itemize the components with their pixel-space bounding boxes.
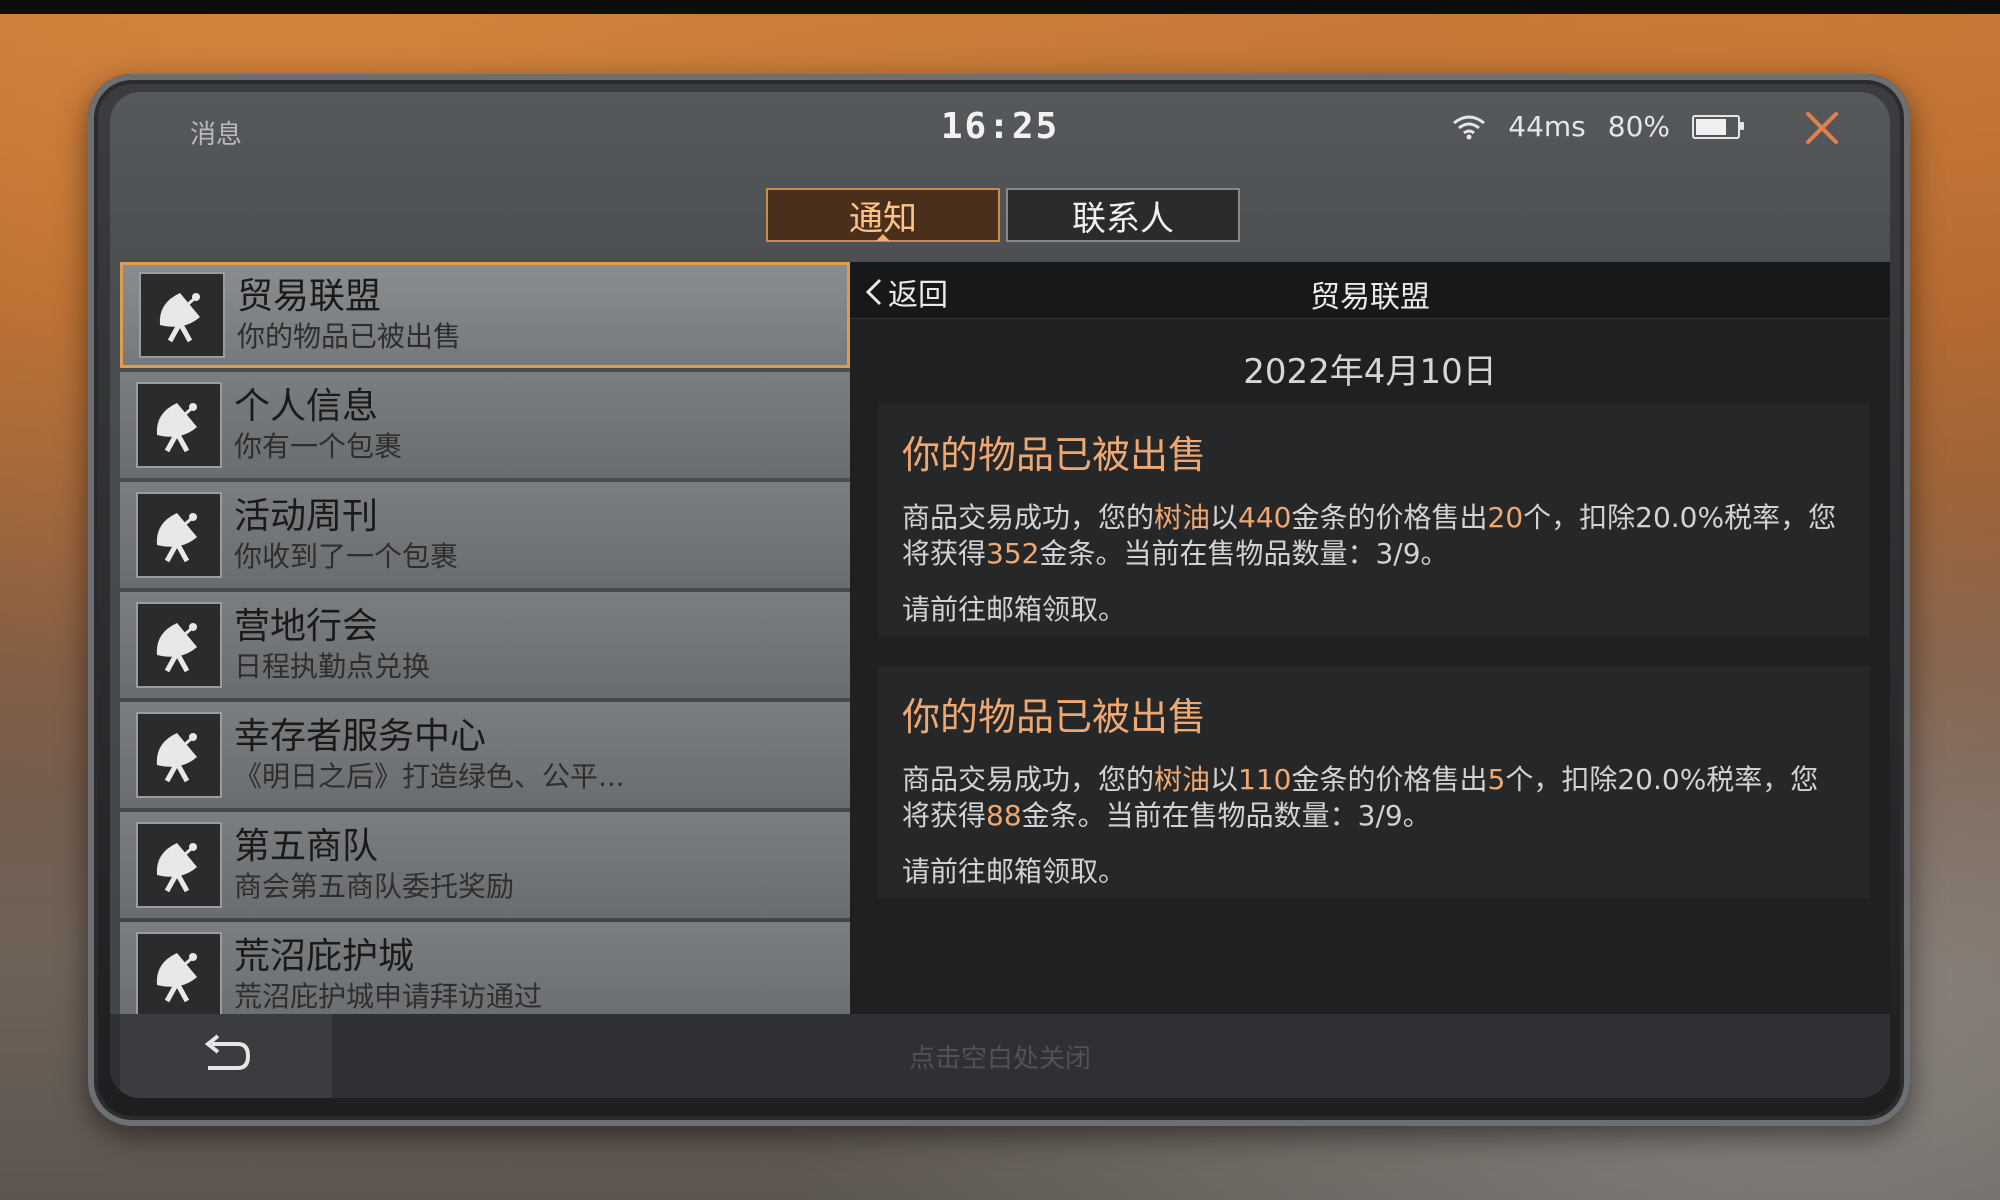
list-item-title: 幸存者服务中心 (234, 716, 487, 757)
satellite-dish-icon (136, 932, 222, 1014)
list-item-title: 荒沼庇护城 (234, 936, 415, 977)
satellite-dish-icon (136, 822, 222, 908)
body-text: 金条的价格售出 (1291, 501, 1488, 534)
body-text: 以 (1210, 501, 1239, 534)
count-value: 20 (1487, 501, 1524, 534)
bottom-bar: 点击空白处关闭 (110, 1014, 1890, 1098)
satellite-dish-icon (136, 382, 222, 468)
satellite-dish-icon (136, 712, 222, 798)
list-item-title: 贸易联盟 (237, 276, 382, 317)
list-item-subtitle: 荒沼庇护城申请拜访通过 (234, 980, 543, 1013)
ping-value: 44ms (1508, 110, 1586, 143)
price-value: 110 (1238, 763, 1292, 796)
message-date: 2022年4月10日 (1243, 352, 1497, 392)
tab-notifications[interactable]: 通知 (766, 188, 1000, 242)
body-text: 金条。当前在售物品数量：3/9。 (1039, 537, 1449, 570)
list-item-title: 营地行会 (234, 606, 379, 647)
list-item-subtitle: 《明日之后》打造绿色、公平... (234, 760, 625, 793)
close-x-icon[interactable] (1800, 106, 1844, 150)
wifi-icon (1453, 115, 1486, 139)
list-item-marsh-shelter[interactable]: 荒沼庇护城 荒沼庇护城申请拜访通过 (120, 922, 850, 1014)
system-status-bar (0, 0, 2000, 14)
body-text: 金条的价格售出 (1291, 763, 1488, 796)
list-item-title: 活动周刊 (234, 496, 379, 537)
list-item-weekly-events[interactable]: 活动周刊 你收到了一个包裹 (120, 482, 850, 588)
price-value: 440 (1238, 501, 1292, 534)
message-title: 你的物品已被出售 (902, 695, 1207, 739)
list-item-subtitle: 你有一个包裹 (234, 430, 403, 463)
satellite-dish-icon (136, 492, 222, 578)
close-hint: 点击空白处关闭 (908, 1044, 1091, 1074)
message-body: 商品交易成功，您的树油以440金条的价格售出20个，扣除20.0%税率，您将获得… (902, 500, 1846, 572)
message-list: 贸易联盟 你的物品已被出售 个人信息 你有一个包裹 活动周刊 你收到了一个包裹 (120, 262, 850, 1014)
tab-bar: 通知 联系人 (766, 188, 1240, 242)
gain-value: 352 (986, 537, 1040, 570)
message-body: 商品交易成功，您的树油以110金条的价格售出5个，扣除20.0%税率，您将获得8… (902, 762, 1846, 834)
item-name: 树油 (1154, 501, 1211, 534)
message-card: 你的物品已被出售 商品交易成功，您的树油以110金条的价格售出5个，扣除20.0… (878, 666, 1870, 898)
count-value: 5 (1487, 763, 1506, 796)
body-text: 商品交易成功，您的 (902, 501, 1155, 534)
satellite-dish-icon (139, 272, 225, 358)
detail-title: 贸易联盟 (1310, 280, 1430, 315)
list-item-title: 第五商队 (234, 826, 379, 867)
tab-contacts[interactable]: 联系人 (1006, 188, 1240, 242)
status-indicators: 44ms 80% (1452, 110, 1744, 143)
list-item-subtitle: 商会第五商队委托奖励 (234, 870, 515, 903)
message-footer: 请前往邮箱领取。 (902, 855, 1127, 888)
list-item-personal-info[interactable]: 个人信息 你有一个包裹 (120, 372, 850, 478)
body-text: 金条。当前在售物品数量：3/9。 (1021, 799, 1431, 832)
battery-icon (1692, 114, 1744, 139)
detail-header: 返回 贸易联盟 (850, 262, 1890, 319)
satellite-dish-icon (136, 602, 222, 688)
battery-percent: 80% (1607, 110, 1670, 143)
message-title: 你的物品已被出售 (902, 433, 1207, 477)
message-detail-panel: 返回 贸易联盟 2022年4月10日 你的物品已被出售 商品交易成功，您的树油以… (850, 262, 1890, 1014)
item-name: 树油 (1154, 763, 1211, 796)
messages-screen: 消息 16:25 44ms 80% 通知 联系人 贸易联盟 你的物品已被出售 个… (110, 92, 1890, 1098)
list-item-trade-alliance[interactable]: 贸易联盟 你的物品已被出售 (120, 262, 850, 368)
list-item-title: 个人信息 (234, 386, 379, 427)
body-text: 商品交易成功，您的 (902, 763, 1155, 796)
list-item-subtitle: 日程执勤点兑换 (234, 650, 431, 683)
message-footer: 请前往邮箱领取。 (902, 593, 1127, 626)
body-text: 以 (1210, 763, 1239, 796)
list-item-subtitle: 你收到了一个包裹 (234, 540, 459, 573)
list-item-camp-guild[interactable]: 营地行会 日程执勤点兑换 (120, 592, 850, 698)
gain-value: 88 (986, 799, 1022, 832)
list-item-subtitle: 你的物品已被出售 (237, 320, 462, 353)
list-item-survivor-service[interactable]: 幸存者服务中心 《明日之后》打造绿色、公平... (120, 702, 850, 808)
message-card: 你的物品已被出售 商品交易成功，您的树油以440金条的价格售出20个，扣除20.… (878, 404, 1870, 636)
list-item-fifth-caravan[interactable]: 第五商队 商会第五商队委托奖励 (120, 812, 850, 918)
